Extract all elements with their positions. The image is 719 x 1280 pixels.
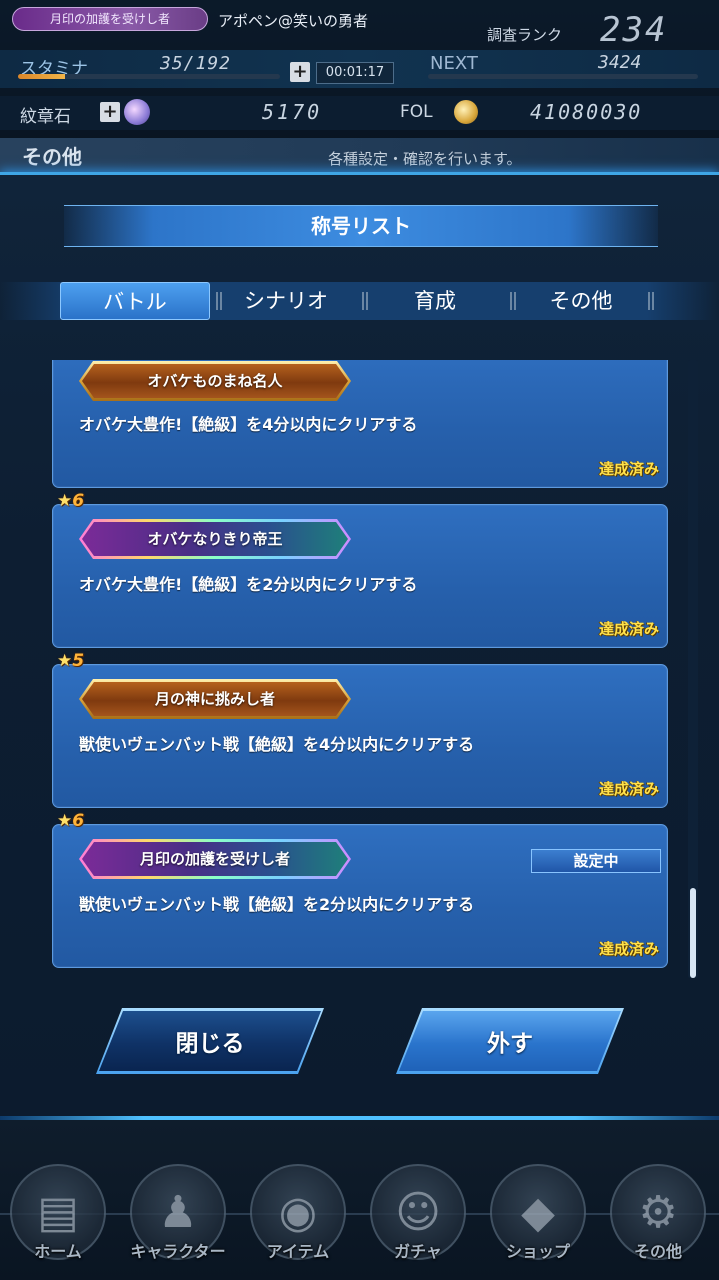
title-plate: 月印の加護を受けし者 [79, 839, 351, 879]
stamina-plus-button[interactable]: + [290, 62, 310, 82]
title-card[interactable]: オバケものまね名人 オバケ大豊作!【絶級】を4分以内にクリアする 達成済み [52, 360, 668, 488]
remove-title-button[interactable]: 外す [396, 1008, 624, 1074]
next-value: 3424 [598, 52, 642, 73]
tab-separator [648, 292, 654, 310]
title-name: 月の神に挑みし者 [82, 682, 348, 716]
rarity-badge: ★5 [57, 651, 85, 671]
rank-value: 234 [600, 10, 668, 50]
title-condition: オバケ大豊作!【絶級】を2分以内にクリアする [79, 575, 418, 594]
stamina-timer: 00:01:17 [316, 62, 394, 84]
tab-scenario[interactable]: シナリオ [216, 282, 356, 320]
tab-battle[interactable]: バトル [60, 282, 210, 320]
achieved-label: 達成済み [598, 460, 659, 478]
close-button[interactable]: 閉じる [96, 1008, 324, 1074]
rarity-badge: ★6 [57, 811, 85, 831]
title-plate: オバケものまね名人 [79, 361, 351, 401]
fol-label: FOL [400, 102, 433, 122]
tab-separator [362, 292, 368, 310]
title-name: オバケなりきり帝王 [82, 522, 348, 556]
achieved-label: 達成済み [598, 940, 659, 958]
equipped-title-badge: 月印の加護を受けし者 [12, 7, 208, 31]
title-condition: 獣使いヴェンバット戦【絶級】を4分以内にクリアする [79, 735, 475, 754]
fol-value: 41080030 [530, 100, 643, 124]
nav-label: ホーム [34, 1242, 82, 1261]
equipped-badge: 設定中 [531, 849, 661, 873]
stamina-bar-fill [18, 74, 66, 79]
section-title: その他 [22, 145, 82, 169]
rarity-badge: ★6 [57, 491, 85, 511]
player-name: アポペン@笑いの勇者 [218, 12, 369, 30]
achieved-label: 達成済み [598, 620, 659, 638]
nav-label: その他 [633, 1242, 682, 1261]
nav-label: ショップ [505, 1242, 570, 1261]
title-list[interactable]: オバケものまね名人 オバケ大豊作!【絶級】を4分以内にクリアする 達成済み ★6… [40, 360, 680, 976]
title-card[interactable]: ★6 オバケなりきり帝王 オバケ大豊作!【絶級】を2分以内にクリアする 達成済み [52, 491, 668, 648]
modal-title: 称号リスト [64, 205, 658, 247]
crest-value: 5170 [262, 100, 323, 124]
title-card[interactable]: ★5 月の神に挑みし者 獣使いヴェンバット戦【絶級】を4分以内にクリアする 達成… [52, 651, 668, 808]
title-card[interactable]: ★6 月印の加護を受けし者 設定中 獣使いヴェンバット戦【絶級】を2分以内にクリ… [52, 811, 668, 968]
stamina-bar [18, 74, 280, 79]
stamina-value: 35/192 [160, 53, 232, 74]
next-label: NEXT [430, 53, 478, 74]
star-icon: ★ [57, 651, 73, 671]
title-name: オバケものまね名人 [82, 364, 348, 398]
nav-other[interactable]: ⚙ その他 [606, 1164, 710, 1272]
nav-character[interactable]: ♟ キャラクター [126, 1164, 230, 1272]
title-name: 月印の加護を受けし者 [82, 842, 348, 876]
nav-label: ガチャ [394, 1242, 442, 1261]
star-icon: ★ [57, 811, 73, 831]
scrollbar-thumb[interactable] [690, 888, 696, 978]
crest-plus-button[interactable]: + [100, 102, 120, 122]
nav-item[interactable]: ◉ アイテム [246, 1164, 350, 1272]
nav-shop[interactable]: ◆ ショップ [486, 1164, 590, 1272]
crest-stone-icon [124, 99, 150, 125]
remove-button-label: 外す [399, 1011, 621, 1071]
title-condition: 獣使いヴェンバット戦【絶級】を2分以内にクリアする [79, 895, 475, 914]
section-description: 各種設定・確認を行います。 [328, 150, 522, 168]
crest-label: 紋章石 [20, 107, 71, 127]
title-condition: オバケ大豊作!【絶級】を4分以内にクリアする [79, 415, 418, 434]
nav-gacha[interactable]: ☺ ガチャ [366, 1164, 470, 1272]
tab-training[interactable]: 育成 [370, 282, 500, 320]
nav-label: キャラクター [130, 1242, 226, 1261]
title-plate: 月の神に挑みし者 [79, 679, 351, 719]
next-exp-bar [428, 74, 698, 79]
tab-other[interactable]: その他 [516, 282, 646, 320]
star-icon: ★ [57, 491, 73, 511]
achieved-label: 達成済み [598, 780, 659, 798]
nav-home[interactable]: ▤ ホーム [6, 1164, 110, 1272]
nav-label: アイテム [266, 1242, 330, 1261]
title-plate: オバケなりきり帝王 [79, 519, 351, 559]
scrollbar-track[interactable] [688, 360, 698, 978]
rank-label: 調査ランク [487, 26, 563, 44]
close-button-label: 閉じる [99, 1011, 321, 1071]
fol-coin-icon [454, 100, 478, 124]
